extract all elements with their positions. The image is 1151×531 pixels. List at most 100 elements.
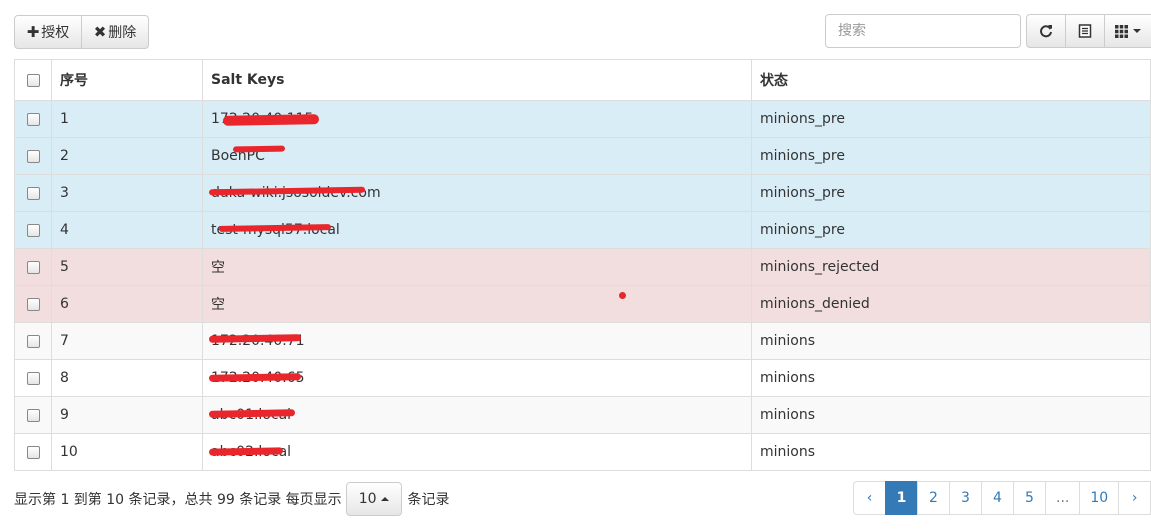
plus-icon: ✚ [26,23,40,41]
row-checkbox[interactable] [26,260,40,274]
salt-key: abc01.local [208,407,296,423]
grid-icon [1115,24,1128,38]
table-row[interactable]: 4 test-mysql57.local minions_pre [14,211,1151,249]
table-row[interactable]: 2 BoenPC minions_pre [14,137,1151,175]
page-size-dropdown[interactable]: 10 [345,482,402,516]
row-number: 8 [51,359,203,397]
checkbox-cell [14,137,52,175]
row-number: 10 [51,433,203,471]
salt-key: 172.20.40.65 [208,370,305,386]
record-summary: 显示第 1 到第 10 条记录，总共 99 条记录 每页显示 [14,492,342,508]
page-button-10[interactable]: 10 [1079,481,1120,515]
salt-key-cell: 空 [202,248,752,286]
table-row[interactable]: 5 空 minions_rejected [14,248,1151,286]
salt-key-cell: 空 [202,285,752,323]
row-checkbox[interactable] [26,408,40,422]
row-checkbox[interactable] [26,334,40,348]
page-button-5[interactable]: 5 [1013,481,1046,515]
delete-button[interactable]: ✖ 删除 [81,15,149,49]
page-button-1[interactable]: 1 [885,481,918,515]
checkbox-cell [14,100,52,138]
table-row[interactable]: 7 172.20.40.71 minions [14,322,1151,360]
delete-label: 删除 [108,25,137,41]
select-all-checkbox[interactable] [26,73,40,87]
row-number: 5 [51,248,203,286]
table-row[interactable]: 8 172.20.40.65 minions [14,359,1151,397]
checkbox-cell [14,396,52,434]
next-page-button[interactable]: › [1118,481,1151,515]
status-cell: minions_pre [751,174,1151,212]
close-icon: ✖ [93,23,107,41]
table-row[interactable]: 6 空 minions_denied [14,285,1151,323]
status-cell: minions [751,322,1151,360]
salt-key: 172.20.40.71 [208,333,305,349]
row-checkbox[interactable] [26,186,40,200]
records-suffix: 条记录 [407,492,450,508]
status-cell: minions_denied [751,285,1151,323]
status-cell: minions_pre [751,211,1151,249]
page-button-4[interactable]: 4 [981,481,1014,515]
row-number: 4 [51,211,203,249]
search-input[interactable] [825,14,1021,48]
table-row[interactable]: 9 abc01.local minions [14,396,1151,434]
page-button-3[interactable]: 3 [949,481,982,515]
status-cell: minions [751,433,1151,471]
row-number: 9 [51,396,203,434]
row-checkbox[interactable] [26,297,40,311]
salt-key-cell: 172.20.40.115 [202,100,752,138]
salt-key-cell: test-mysql57.local [202,211,752,249]
salt-key-cell: 172.20.40.71 [202,322,752,360]
list-alt-icon [1078,24,1092,38]
salt-key-cell: duka-wiki.jsosoldev.com [202,174,752,212]
row-checkbox[interactable] [26,112,40,126]
page-ellipsis: ... [1045,481,1081,515]
checkbox-cell [14,285,52,323]
toggle-view-button[interactable] [1065,14,1105,48]
row-number: 7 [51,322,203,360]
table-row[interactable]: 3 duka-wiki.jsosoldev.com minions_pre [14,174,1151,212]
row-checkbox[interactable] [26,223,40,237]
table-row[interactable]: 10 abc02.local minions [14,433,1151,471]
row-checkbox[interactable] [26,149,40,163]
row-checkbox[interactable] [26,445,40,459]
redaction-mark [222,114,320,126]
redaction-mark [208,409,296,418]
columns-button[interactable] [1104,14,1151,48]
status-cell: minions [751,396,1151,434]
salt-key: 172.20.40.115 [211,111,320,127]
checkbox-cell [14,174,52,212]
redaction-mark [208,447,284,456]
salt-key: duka-wiki.jsosoldev.com [208,185,381,201]
row-checkbox[interactable] [26,371,40,385]
checkbox-cell [14,248,52,286]
header-number[interactable]: 序号 [51,59,203,101]
authorize-label: 授权 [41,25,70,41]
salt-key: test-mysql57.local [211,222,340,238]
table-header-row: 序号 Salt Keys 状态 [14,59,1151,101]
table-row[interactable]: 1 172.20.40.115 minions_pre [14,100,1151,138]
refresh-icon [1040,25,1052,38]
row-number: 1 [51,100,203,138]
header-salt-keys[interactable]: Salt Keys [202,59,752,101]
checkbox-cell [14,211,52,249]
authorize-button[interactable]: ✚ 授权 [14,15,82,49]
salt-key-cell: abc02.local [202,433,752,471]
caret-up-icon [380,497,389,501]
prev-page-button[interactable]: ‹ [853,481,886,515]
status-cell: minions_rejected [751,248,1151,286]
salt-key: BoenPC [211,145,286,164]
stray-red-dot [619,292,626,299]
status-cell: minions [751,359,1151,397]
checkbox-cell [14,433,52,471]
select-all-cell [14,59,52,101]
page-button-2[interactable]: 2 [917,481,950,515]
salt-key-cell: BoenPC [202,137,752,175]
refresh-button[interactable] [1026,14,1066,48]
keys-table: 序号 Salt Keys 状态 1 172.20.40.115 minions_… [14,59,1151,471]
header-status[interactable]: 状态 [751,59,1151,101]
salt-key: abc02.local [208,444,291,460]
salt-key-cell: 172.20.40.65 [202,359,752,397]
status-cell: minions_pre [751,137,1151,175]
redaction-mark [232,145,286,153]
caret-down-icon [1133,29,1141,33]
